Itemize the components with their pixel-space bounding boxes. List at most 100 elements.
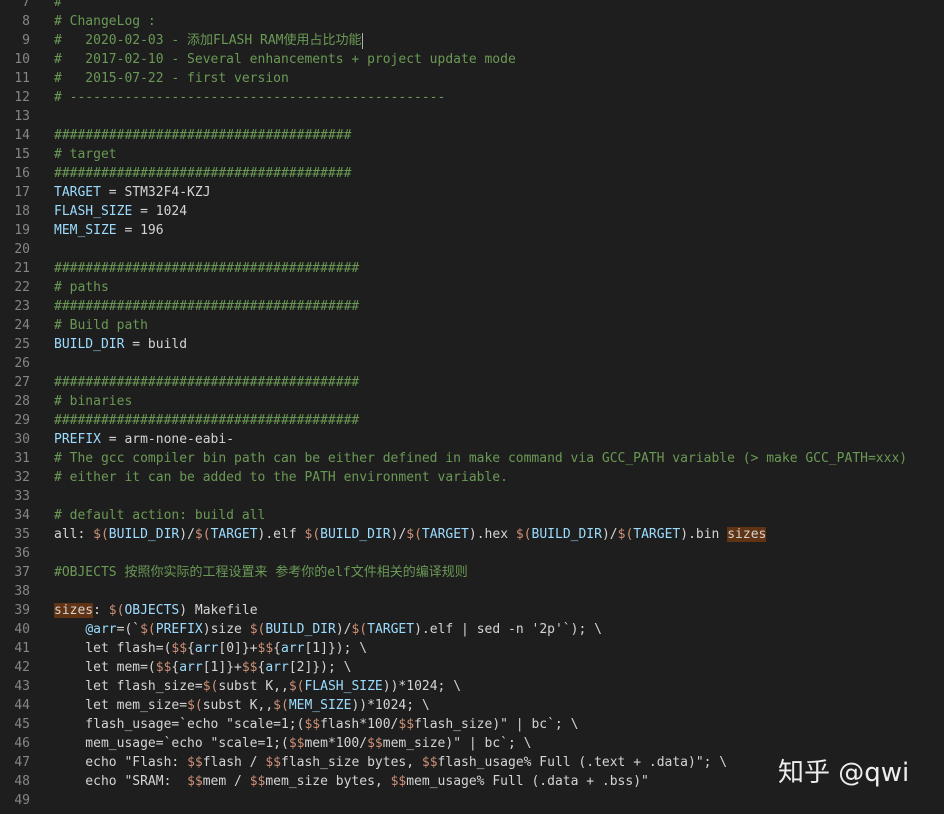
- line-code[interactable]: ######################################: [54, 126, 351, 145]
- code-token: $(: [273, 698, 289, 713]
- code-line[interactable]: 13: [0, 107, 944, 126]
- line-code[interactable]: mem_usage=`echo "scale=1;($$mem*100/$$me…: [54, 734, 531, 753]
- line-code[interactable]: echo "SRAM: $$mem / $$mem_size bytes, $$…: [54, 772, 649, 791]
- line-code[interactable]: BUILD_DIR = build: [54, 335, 187, 354]
- code-token: .elf: [265, 527, 305, 542]
- code-token: $(: [406, 527, 422, 542]
- code-line[interactable]: 18 FLASH_SIZE = 1024: [0, 202, 944, 221]
- code-line[interactable]: 44 let mem_size=$(subst K,,$(MEM_SIZE))*…: [0, 696, 944, 715]
- line-code[interactable]: #: [54, 0, 62, 12]
- comment-token: #######################################: [54, 375, 360, 390]
- code-line[interactable]: 17 TARGET = STM32F4-KZJ: [0, 183, 944, 202]
- code-line[interactable]: 45 flash_usage=`echo "scale=1;($$flash*1…: [0, 715, 944, 734]
- code-line[interactable]: 8 # ChangeLog :: [0, 12, 944, 31]
- code-line[interactable]: 22 # paths: [0, 278, 944, 297]
- line-code[interactable]: flash_usage=`echo "scale=1;($$flash*100/…: [54, 715, 578, 734]
- code-line[interactable]: 25 BUILD_DIR = build: [0, 335, 944, 354]
- code-line[interactable]: 37 #OBJECTS 按照你实际的工程设置来 参考你的elf文件相关的编译规则: [0, 563, 944, 582]
- line-code[interactable]: # The gcc compiler bin path can be eithe…: [54, 449, 907, 468]
- code-line[interactable]: 10 # 2017-02-10 - Several enhancements + …: [0, 50, 944, 69]
- code-line[interactable]: 28 # binaries: [0, 392, 944, 411]
- code-token: {: [273, 641, 281, 656]
- code-line[interactable]: 35 all: $(BUILD_DIR)/$(TARGET).elf $(BUIL…: [0, 525, 944, 544]
- line-code[interactable]: @arr=(`$(PREFIX)size $(BUILD_DIR)/$(TARG…: [54, 620, 602, 639]
- line-code[interactable]: # either it can be added to the PATH env…: [54, 468, 508, 487]
- code-token: =(`: [116, 622, 141, 637]
- code-line[interactable]: 12 # ------------------------------------…: [0, 88, 944, 107]
- line-code[interactable]: let flash_size=$(subst K,,$(FLASH_SIZE))…: [54, 677, 461, 696]
- line-code[interactable]: # default action: build all: [54, 506, 265, 525]
- code-line[interactable]: 32 # either it can be added to the PATH e…: [0, 468, 944, 487]
- line-code[interactable]: ######################################: [54, 164, 351, 183]
- code-line[interactable]: 20: [0, 240, 944, 259]
- line-code[interactable]: PREFIX = arm-none-eabi-: [54, 430, 234, 449]
- line-code[interactable]: all: $(BUILD_DIR)/$(TARGET).elf $(BUILD_…: [54, 525, 767, 544]
- line-code[interactable]: # 2020-02-03 - 添加FLASH RAM使用占比功能: [54, 31, 363, 50]
- code-line[interactable]: 31 # The gcc compiler bin path can be eit…: [0, 449, 944, 468]
- line-code[interactable]: #######################################: [54, 259, 359, 278]
- code-line[interactable]: 34 # default action: build all: [0, 506, 944, 525]
- code-line[interactable]: 43 let flash_size=$(subst K,,$(FLASH_SIZ…: [0, 677, 944, 696]
- line-number: 16: [14, 166, 30, 181]
- code-token: $$: [187, 755, 203, 770]
- code-token: $$: [421, 755, 438, 770]
- code-line[interactable]: 42 let mem=($${arr[1]}+$${arr[2]}); \: [0, 658, 944, 677]
- code-line[interactable]: 26: [0, 354, 944, 373]
- code-line[interactable]: 30 PREFIX = arm-none-eabi-: [0, 430, 944, 449]
- code-line[interactable]: 49: [0, 791, 944, 810]
- code-line[interactable]: 7 #: [0, 0, 944, 12]
- line-code[interactable]: # paths: [54, 278, 109, 297]
- line-code[interactable]: # binaries: [54, 392, 132, 411]
- line-code[interactable]: # target: [54, 145, 117, 164]
- line-code[interactable]: # 2017-02-10 - Several enhancements + pr…: [54, 50, 516, 69]
- line-code[interactable]: #######################################: [54, 297, 359, 316]
- line-code[interactable]: # Build path: [54, 316, 148, 335]
- code-token: $$: [155, 660, 172, 675]
- variable-token: FLASH_SIZE: [304, 679, 383, 694]
- code-line[interactable]: 11 # 2015-07-22 - first version: [0, 69, 944, 88]
- line-code[interactable]: let flash=($${arr[0]}+$${arr[1]}); \: [54, 639, 367, 658]
- code-line[interactable]: 36: [0, 544, 944, 563]
- code-line[interactable]: 33: [0, 487, 944, 506]
- code-line[interactable]: 27 ######################################…: [0, 373, 944, 392]
- code-line[interactable]: 16 ######################################: [0, 164, 944, 183]
- code-line[interactable]: 14 ######################################: [0, 126, 944, 145]
- line-code[interactable]: MEM_SIZE = 196: [54, 221, 164, 240]
- line-code[interactable]: let mem_size=$(subst K,,$(MEM_SIZE))*102…: [54, 696, 429, 715]
- code-token: $$: [367, 736, 383, 751]
- code-token: = 1024: [132, 204, 188, 219]
- line-code[interactable]: echo "Flash: $$flash / $$flash_size byte…: [54, 753, 727, 772]
- line-code[interactable]: # ChangeLog :: [54, 12, 156, 31]
- line-code[interactable]: # --------------------------------------…: [54, 88, 445, 107]
- code-line[interactable]: 15 # target: [0, 145, 944, 164]
- code-token: let flash_size=: [54, 679, 203, 694]
- code-token: = 196: [116, 223, 164, 238]
- code-line[interactable]: 38: [0, 582, 944, 601]
- line-number: 40: [14, 622, 30, 637]
- code-line[interactable]: 39 sizes: $(OBJECTS) Makefile: [0, 601, 944, 620]
- code-token: [1]}+: [202, 660, 242, 675]
- code-line[interactable]: 29 ######################################…: [0, 411, 944, 430]
- line-number: 21: [14, 261, 30, 276]
- code-line[interactable]: 19 MEM_SIZE = 196: [0, 221, 944, 240]
- variable-token: OBJECTS: [124, 603, 180, 618]
- code-line[interactable]: 40 @arr=(`$(PREFIX)size $(BUILD_DIR)/$(T…: [0, 620, 944, 639]
- line-code[interactable]: let mem=($${arr[1]}+$${arr[2]}); \: [54, 658, 351, 677]
- line-code[interactable]: sizes: $(OBJECTS) Makefile: [54, 601, 258, 620]
- code-line[interactable]: 9 # 2020-02-03 - 添加FLASH RAM使用占比功能: [0, 31, 944, 50]
- line-number: 38: [14, 584, 30, 599]
- variable-token: TARGET: [421, 527, 469, 542]
- line-code[interactable]: # 2015-07-22 - first version: [54, 69, 289, 88]
- code-token: ): [414, 622, 422, 637]
- code-editor[interactable]: 7 #8 # ChangeLog :9 # 2020-02-03 - 添加FLASH …: [0, 0, 944, 810]
- line-code[interactable]: #######################################: [54, 373, 359, 392]
- line-code[interactable]: #OBJECTS 按照你实际的工程设置来 参考你的elf文件相关的编译规则: [54, 563, 468, 582]
- code-line[interactable]: 46 mem_usage=`echo "scale=1;($$mem*100/$…: [0, 734, 944, 753]
- line-code[interactable]: TARGET = STM32F4-KZJ: [54, 183, 211, 202]
- code-line[interactable]: 41 let flash=($${arr[0]}+$${arr[1]}); \: [0, 639, 944, 658]
- line-code[interactable]: #######################################: [54, 411, 359, 430]
- code-line[interactable]: 21 ######################################…: [0, 259, 944, 278]
- code-line[interactable]: 24 # Build path: [0, 316, 944, 335]
- line-code[interactable]: FLASH_SIZE = 1024: [54, 202, 187, 221]
- code-line[interactable]: 23 ######################################…: [0, 297, 944, 316]
